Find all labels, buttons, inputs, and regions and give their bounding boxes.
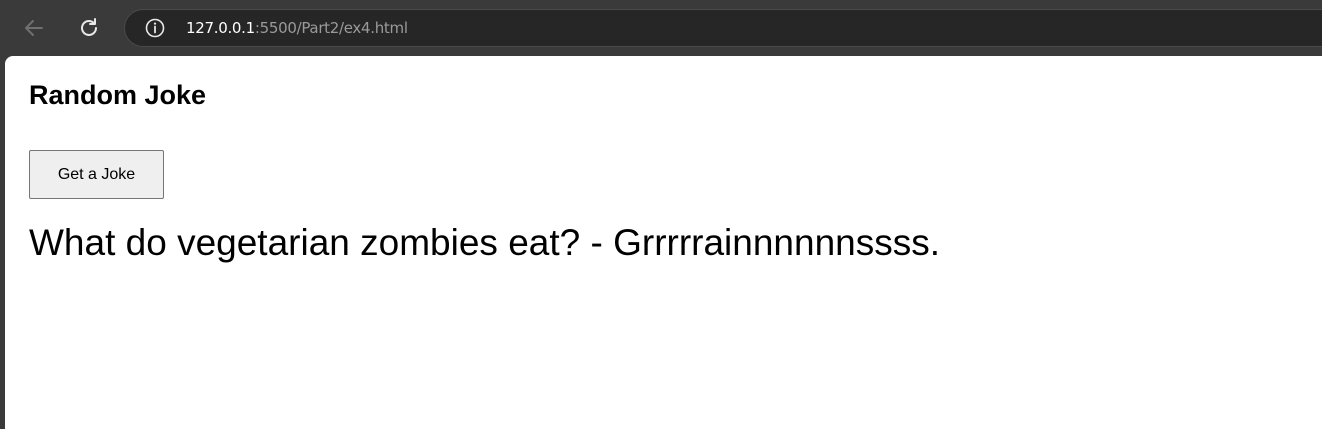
reload-icon (81, 18, 97, 36)
browser-toolbar: 127.0.0.1:5500/Part2/ex4.html (0, 0, 1322, 56)
page-content: Random Joke Get a Joke What do vegetaria… (5, 56, 1322, 429)
info-icon[interactable] (145, 18, 165, 38)
get-joke-button[interactable]: Get a Joke (29, 150, 164, 199)
reload-button[interactable] (74, 13, 104, 43)
address-bar[interactable]: 127.0.0.1:5500/Part2/ex4.html (124, 9, 1322, 47)
back-arrow-icon (25, 20, 43, 36)
back-button[interactable] (19, 13, 49, 43)
url-host: 127.0.0.1 (186, 19, 255, 37)
url-path: :5500/Part2/ex4.html (254, 19, 408, 37)
url-text[interactable]: 127.0.0.1:5500/Part2/ex4.html (186, 19, 408, 37)
page-title: Random Joke (29, 80, 207, 110)
joke-text: What do vegetarian zombies eat? - Grrrrr… (29, 222, 941, 263)
